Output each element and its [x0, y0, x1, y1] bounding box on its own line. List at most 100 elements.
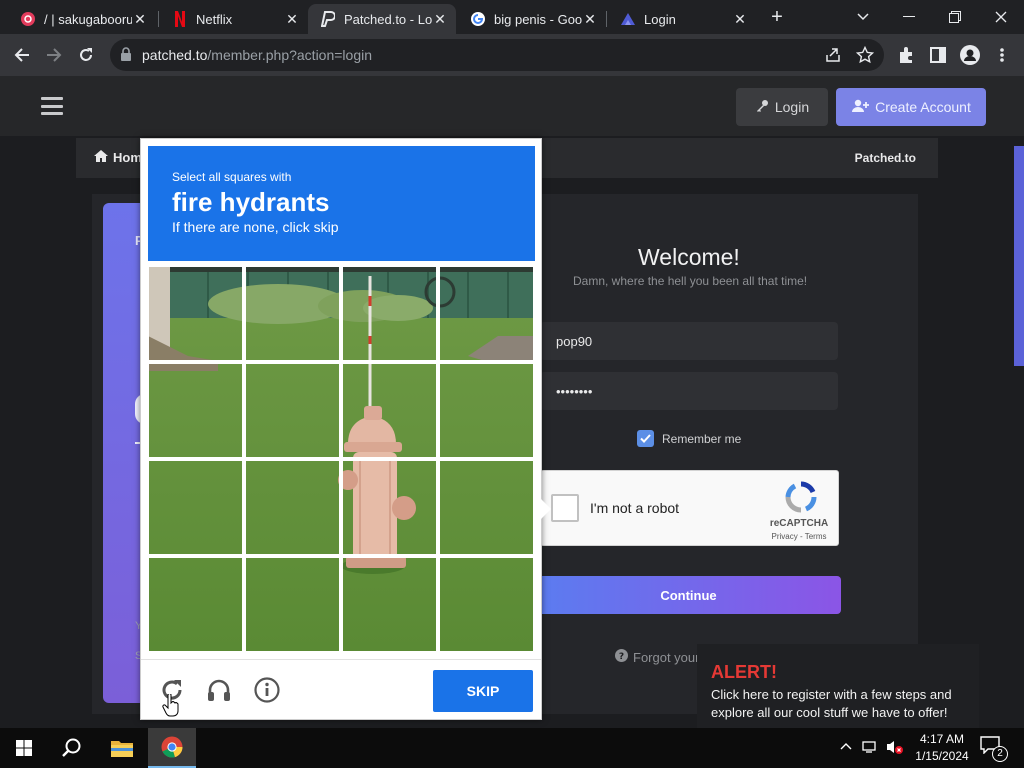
windows-taskbar: 4:17 AM 1/15/2024 2	[0, 728, 1024, 768]
password-field[interactable]: ••••••••	[540, 372, 838, 410]
tab-google[interactable]: big penis - Goo ✕	[458, 4, 606, 34]
add-user-icon	[851, 99, 870, 116]
windows-start-icon[interactable]	[0, 728, 48, 768]
search-icon[interactable]	[48, 728, 96, 768]
share-icon[interactable]	[824, 46, 842, 64]
browser-toolbar: patched.to/member.php?action=login	[0, 34, 1024, 76]
welcome-subtitle: Damn, where the hell you been all that t…	[573, 274, 808, 288]
recaptcha-checkbox[interactable]	[551, 494, 579, 522]
tab-title: / | sakugabooru	[44, 11, 132, 27]
create-account-button[interactable]: Create Account	[836, 88, 986, 126]
grid-tile-11[interactable]	[341, 459, 438, 556]
close-tab-icon[interactable]: ✕	[582, 11, 598, 27]
grid-tile-16[interactable]	[438, 556, 535, 653]
info-icon[interactable]	[252, 675, 282, 705]
bookmark-star-icon[interactable]	[855, 45, 875, 64]
grid-tile-14[interactable]	[244, 556, 341, 653]
grid-tile-5[interactable]	[148, 362, 244, 459]
home-icon	[94, 150, 108, 165]
skip-button[interactable]: SKIP	[433, 670, 533, 712]
extensions-icon[interactable]	[896, 45, 916, 65]
nav-home-link[interactable]: Hom	[94, 150, 142, 165]
close-tab-icon[interactable]: ✕	[732, 11, 748, 27]
back-icon[interactable]	[10, 43, 34, 67]
url-text: patched.to/member.php?action=login	[142, 47, 372, 63]
challenge-footer: SKIP	[141, 659, 541, 720]
challenge-instructions: Select all squares with fire hydrants If…	[148, 146, 535, 261]
close-tab-icon[interactable]: ✕	[432, 11, 448, 27]
audio-challenge-icon[interactable]	[204, 675, 234, 705]
welcome-heading: Welcome!	[638, 244, 740, 270]
notification-count-badge: 2	[992, 746, 1008, 762]
recaptcha-brand: reCAPTCHA	[769, 518, 829, 529]
challenge-target: fire hydrants	[172, 187, 330, 217]
alert-message: Click here to register with a few steps …	[711, 687, 952, 720]
nav-home-label: Hom	[113, 150, 142, 165]
volume-muted-icon[interactable]	[886, 739, 904, 758]
grid-tile-2[interactable]	[244, 266, 341, 362]
login-button[interactable]: Login	[736, 88, 828, 126]
grid-tile-12[interactable]	[438, 459, 535, 556]
forward-icon[interactable]	[42, 43, 66, 67]
clock-date: 1/15/2024	[915, 749, 969, 763]
grid-tile-6[interactable]	[244, 362, 341, 459]
side-panel-icon[interactable]	[928, 45, 948, 65]
tab-search-icon[interactable]	[840, 0, 886, 34]
remember-me[interactable]: Remember me	[637, 430, 741, 447]
grid-tile-8[interactable]	[438, 362, 535, 459]
notification-center-icon[interactable]: 2	[980, 736, 1008, 762]
menu-kebab-icon[interactable]	[992, 45, 1012, 65]
tab-sakugabooru[interactable]: / | sakugabooru ✕	[8, 4, 156, 34]
grid-tile-3[interactable]	[341, 266, 438, 362]
close-tab-icon[interactable]: ✕	[284, 11, 300, 27]
restore-icon[interactable]	[932, 0, 978, 34]
lock-icon[interactable]	[120, 47, 132, 66]
tab-patched[interactable]: Patched.to - Log ✕	[308, 4, 456, 34]
grid-tile-10[interactable]	[244, 459, 341, 556]
system-clock[interactable]: 4:17 AM 1/15/2024	[912, 731, 972, 765]
hamburger-menu-icon[interactable]	[41, 97, 63, 115]
remember-label: Remember me	[662, 431, 742, 446]
tab-strip: / | sakugabooru ✕ Netflix ✕ Patched.to -…	[0, 0, 1024, 34]
grid-tile-9[interactable]	[148, 459, 244, 556]
grid-tile-1[interactable]	[148, 266, 244, 362]
login-label: Login	[774, 99, 810, 115]
continue-button[interactable]: Continue	[536, 576, 841, 614]
new-tab-button[interactable]: +	[766, 7, 788, 29]
grid-tile-7[interactable]	[341, 362, 438, 459]
challenge-image-grid	[148, 266, 535, 653]
profile-avatar-icon[interactable]	[960, 45, 980, 65]
tab-divider	[606, 11, 607, 27]
tab-login[interactable]: Login ✕	[608, 4, 756, 34]
tab-divider	[158, 11, 159, 27]
network-icon[interactable]	[862, 739, 878, 758]
challenge-line3: If there are none, click skip	[172, 219, 339, 235]
minimize-icon[interactable]	[886, 0, 932, 34]
recaptcha-logo-icon	[785, 481, 817, 513]
tab-title: Netflix	[196, 11, 233, 27]
reload-icon[interactable]	[74, 43, 98, 67]
file-explorer-icon[interactable]	[98, 728, 146, 768]
show-hidden-icons-icon[interactable]	[840, 739, 852, 753]
address-bar[interactable]: patched.to/member.php?action=login	[110, 39, 884, 71]
remember-checkbox[interactable]	[637, 430, 654, 447]
grid-tile-4[interactable]	[438, 266, 535, 362]
tab-netflix[interactable]: Netflix ✕	[160, 4, 308, 34]
page-scroll-accent	[1014, 146, 1024, 366]
username-field[interactable]: pop90	[540, 322, 838, 360]
recaptcha-terms-link[interactable]: Privacy - Terms	[769, 532, 829, 541]
close-tab-icon[interactable]: ✕	[132, 11, 148, 27]
close-window-icon[interactable]	[978, 0, 1024, 34]
question-circle-icon: ?	[615, 649, 628, 665]
nav-brand-link[interactable]: Patched.to	[855, 151, 916, 165]
register-alert-popup[interactable]: ALERT! Click here to register with a few…	[697, 644, 979, 728]
forgot-label: Forgot your	[633, 649, 700, 665]
forgot-password-link[interactable]: ? Forgot your	[615, 649, 699, 665]
chrome-taskbar-icon[interactable]	[148, 728, 196, 768]
challenge-pointer	[541, 499, 551, 519]
login-icon	[620, 11, 636, 27]
grid-tile-13[interactable]	[148, 556, 244, 653]
url-path: /member.php?action=login	[207, 47, 372, 63]
grid-tile-15[interactable]	[341, 556, 438, 653]
site-header: Login Create Account	[0, 76, 1024, 136]
